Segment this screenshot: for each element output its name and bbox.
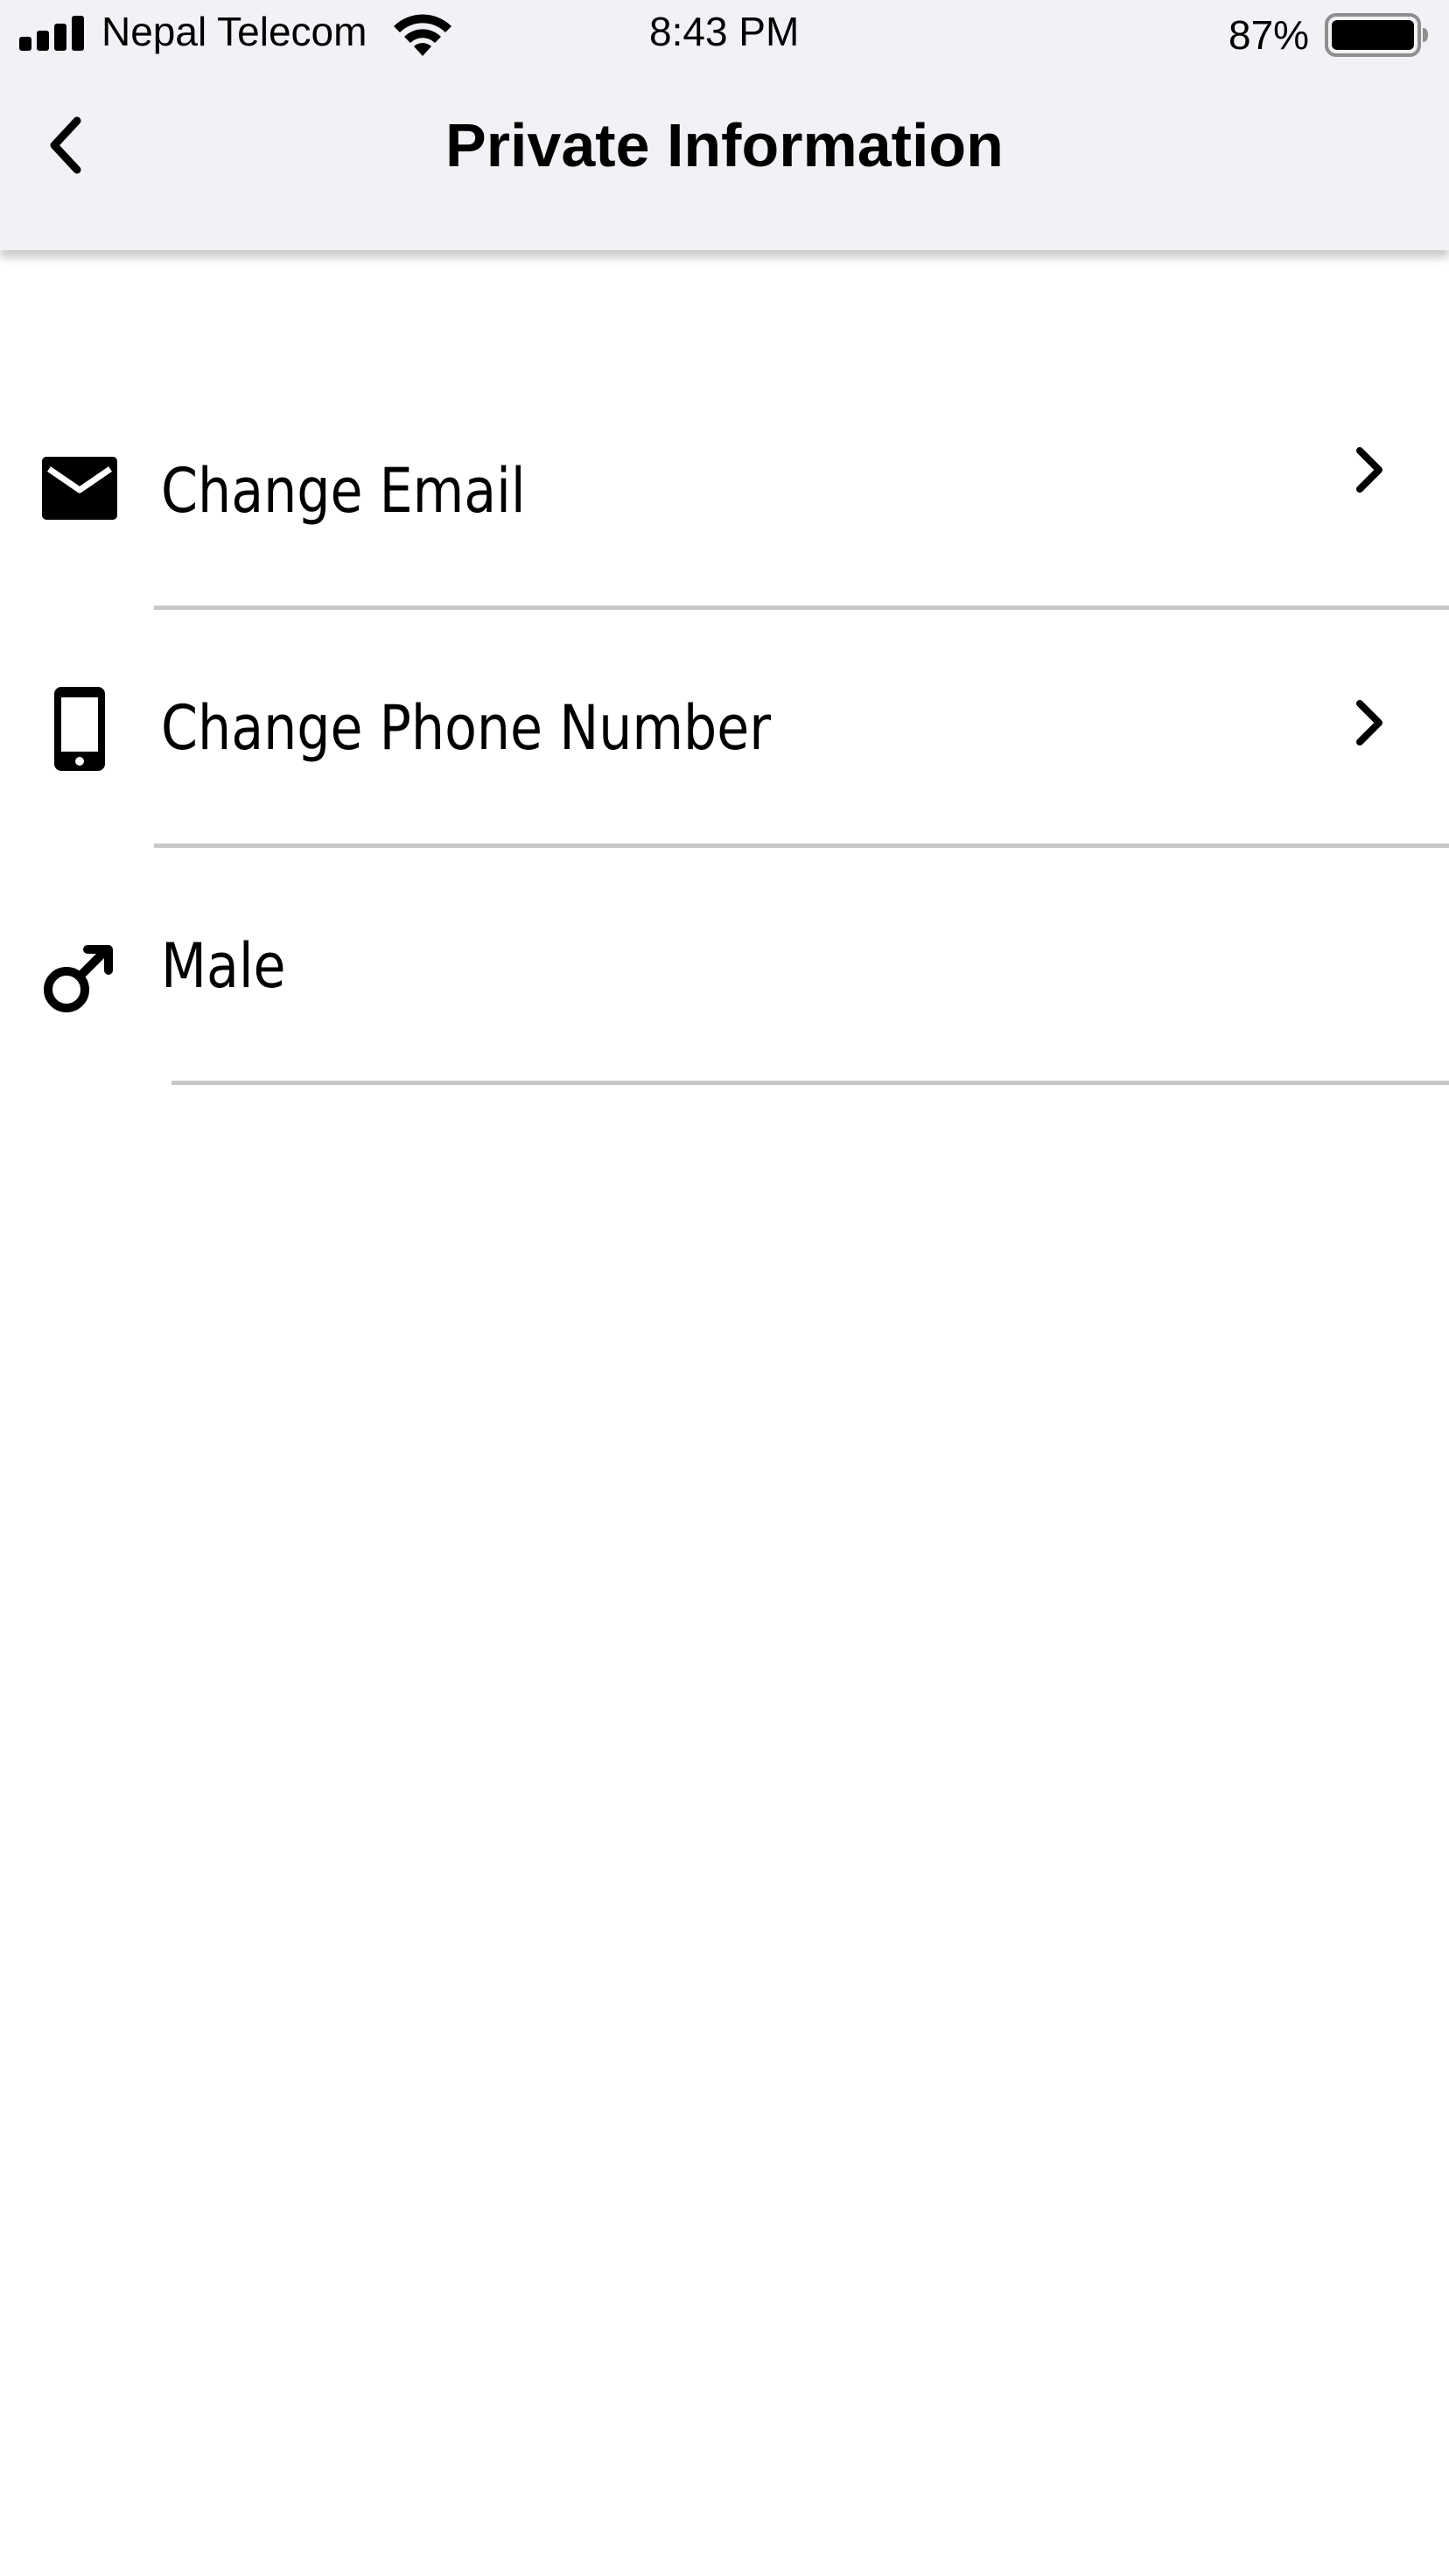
change-email-label: Change Email [161, 455, 526, 527]
gender-row: Male [0, 848, 1449, 1082]
carrier-name: Nepal Telecom [102, 9, 368, 54]
male-symbol-icon [33, 930, 124, 1021]
navigation-bar: Private Information [0, 66, 1449, 250]
change-phone-number-row[interactable]: Change Phone Number [0, 610, 1449, 844]
signal-bars-icon [19, 16, 84, 51]
status-time: 8:43 PM [649, 9, 800, 54]
change-email-row[interactable]: Change Email [0, 371, 1449, 606]
divider [172, 1081, 1449, 1085]
status-bar: Nepal Telecom 8:43 PM 87% [0, 0, 1449, 66]
wifi-icon [394, 14, 452, 56]
chevron-right-icon [1339, 692, 1400, 753]
battery-icon [1325, 13, 1428, 57]
phone-icon [33, 683, 124, 774]
change-phone-number-label: Change Phone Number [161, 692, 772, 764]
envelope-icon [33, 444, 124, 536]
battery-percentage: 87% [1228, 12, 1310, 58]
page-title: Private Information [445, 111, 1004, 179]
chevron-right-icon [1339, 439, 1400, 500]
private-information-screen: Nepal Telecom 8:43 PM 87% Private Inform… [0, 0, 1449, 2576]
gender-label: Male [161, 930, 286, 1002]
